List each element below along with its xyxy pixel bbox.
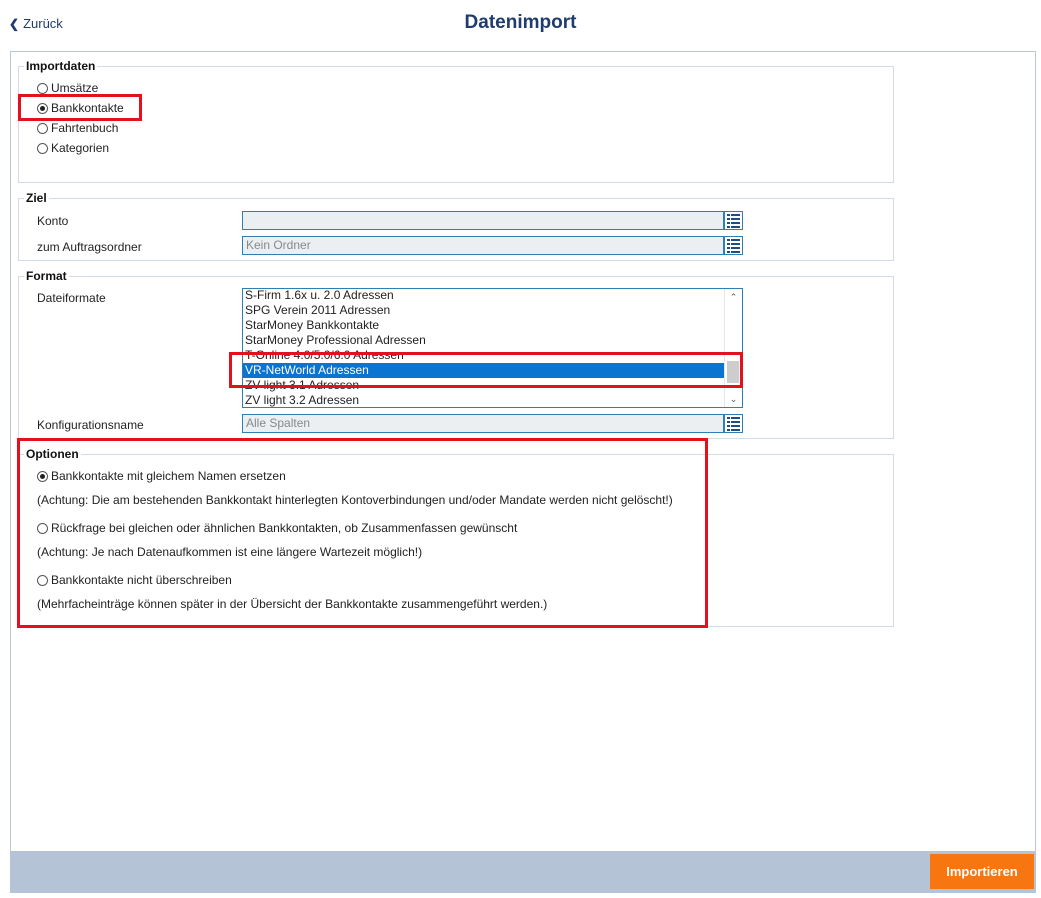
- radio-ersetzen[interactable]: Bankkontakte mit gleichem Namen ersetzen: [37, 469, 286, 483]
- ordner-list-button[interactable]: [724, 236, 743, 255]
- list-item[interactable]: StarMoney Bankkontakte: [243, 318, 724, 333]
- list-item[interactable]: SPG Verein 2011 Adressen: [243, 303, 724, 318]
- radio-ersetzen-label: Bankkontakte mit gleichem Namen ersetzen: [51, 469, 286, 483]
- optionen-legend: Optionen: [26, 447, 79, 461]
- radio-umsaetze-label: Umsätze: [51, 81, 99, 95]
- radio-nicht-ueberschreiben[interactable]: Bankkontakte nicht überschreiben: [37, 573, 232, 587]
- scroll-up-icon[interactable]: ⌃: [725, 289, 742, 305]
- radio-fahrtenbuch-label: Fahrtenbuch: [51, 121, 119, 135]
- list-icon: [727, 420, 740, 423]
- list-item[interactable]: StarMoney Professional Adressen: [243, 333, 724, 348]
- scroll-down-icon[interactable]: ⌄: [725, 391, 742, 407]
- radio-ersetzen-circle[interactable]: [37, 470, 48, 482]
- konto-field[interactable]: [242, 211, 724, 230]
- radio-rueckfrage-circle[interactable]: [37, 522, 48, 534]
- konfig-label: Konfigurationsname: [37, 418, 144, 432]
- konto-list-button[interactable]: [724, 211, 743, 230]
- radio-kategorien-circle[interactable]: [37, 142, 48, 154]
- radio-bankkontakte-circle[interactable]: [37, 102, 48, 114]
- konto-label: Konto: [37, 214, 69, 228]
- list-item-selected[interactable]: VR-NetWorld Adressen: [243, 363, 724, 378]
- list-icon: [727, 217, 740, 220]
- list-icon: [727, 242, 740, 245]
- importdaten-group: Importdaten: [18, 59, 894, 183]
- radio-fahrtenbuch[interactable]: Fahrtenbuch: [37, 121, 118, 135]
- scroll-thumb[interactable]: [727, 361, 739, 383]
- format-legend: Format: [26, 269, 67, 283]
- ziel-legend: Ziel: [26, 191, 47, 205]
- list-item[interactable]: T-Online 4.0/5.0/6.0 Adressen: [243, 348, 724, 363]
- dateiformate-items: S-Firm 1.6x u. 2.0 Adressen SPG Verein 2…: [243, 289, 724, 407]
- radio-bankkontakte-label: Bankkontakte: [51, 101, 124, 115]
- radio-umsaetze[interactable]: Umsätze: [37, 81, 98, 95]
- radio-nicht-ueberschreiben-circle[interactable]: [37, 574, 48, 586]
- konfig-field[interactable]: Alle Spalten: [242, 414, 724, 433]
- ersetzen-note: (Achtung: Die am bestehenden Bankkontakt…: [37, 493, 673, 507]
- page-title: Datenimport: [464, 12, 577, 33]
- list-icon: [727, 221, 740, 224]
- list-icon: [727, 246, 740, 249]
- radio-kategorien-label: Kategorien: [51, 141, 110, 155]
- radio-nicht-ueberschreiben-label: Bankkontakte nicht überschreiben: [51, 573, 232, 587]
- list-item[interactable]: S-Firm 1.6x u. 2.0 Adressen: [243, 289, 724, 303]
- radio-fahrtenbuch-circle[interactable]: [37, 122, 48, 134]
- list-item[interactable]: ZV light 3.1 Adressen: [243, 378, 724, 393]
- rueckfrage-note: (Achtung: Je nach Datenaufkommen ist ein…: [37, 545, 423, 559]
- dateiformate-listbox[interactable]: S-Firm 1.6x u. 2.0 Adressen SPG Verein 2…: [242, 288, 743, 408]
- nicht-ueberschreiben-note: (Mehrfacheinträge können später in der Ü…: [37, 597, 548, 611]
- import-button[interactable]: Importieren: [930, 854, 1034, 889]
- footer-bar: [10, 851, 1036, 893]
- radio-bankkontakte[interactable]: Bankkontakte: [37, 101, 124, 115]
- radio-rueckfrage[interactable]: Rückfrage bei gleichen oder ähnlichen Ba…: [37, 521, 517, 535]
- radio-kategorien[interactable]: Kategorien: [37, 141, 109, 155]
- dateiformate-label: Dateiformate: [37, 291, 106, 305]
- konfig-list-button[interactable]: [724, 414, 743, 433]
- list-item[interactable]: ZV light 3.2 Adressen: [243, 393, 724, 407]
- list-icon: [727, 225, 740, 228]
- ordner-field[interactable]: Kein Ordner: [242, 236, 724, 255]
- listbox-scrollbar[interactable]: ⌃ ⌄: [724, 289, 742, 407]
- importdaten-legend: Importdaten: [26, 59, 96, 73]
- list-icon: [727, 213, 740, 216]
- list-icon: [727, 250, 740, 253]
- radio-umsaetze-circle[interactable]: [37, 82, 48, 94]
- list-icon: [727, 428, 740, 431]
- ordner-label: zum Auftragsordner: [37, 240, 142, 254]
- list-icon: [727, 424, 740, 427]
- list-icon: [727, 238, 740, 241]
- radio-rueckfrage-label: Rückfrage bei gleichen oder ähnlichen Ba…: [51, 521, 518, 535]
- list-icon: [727, 416, 740, 419]
